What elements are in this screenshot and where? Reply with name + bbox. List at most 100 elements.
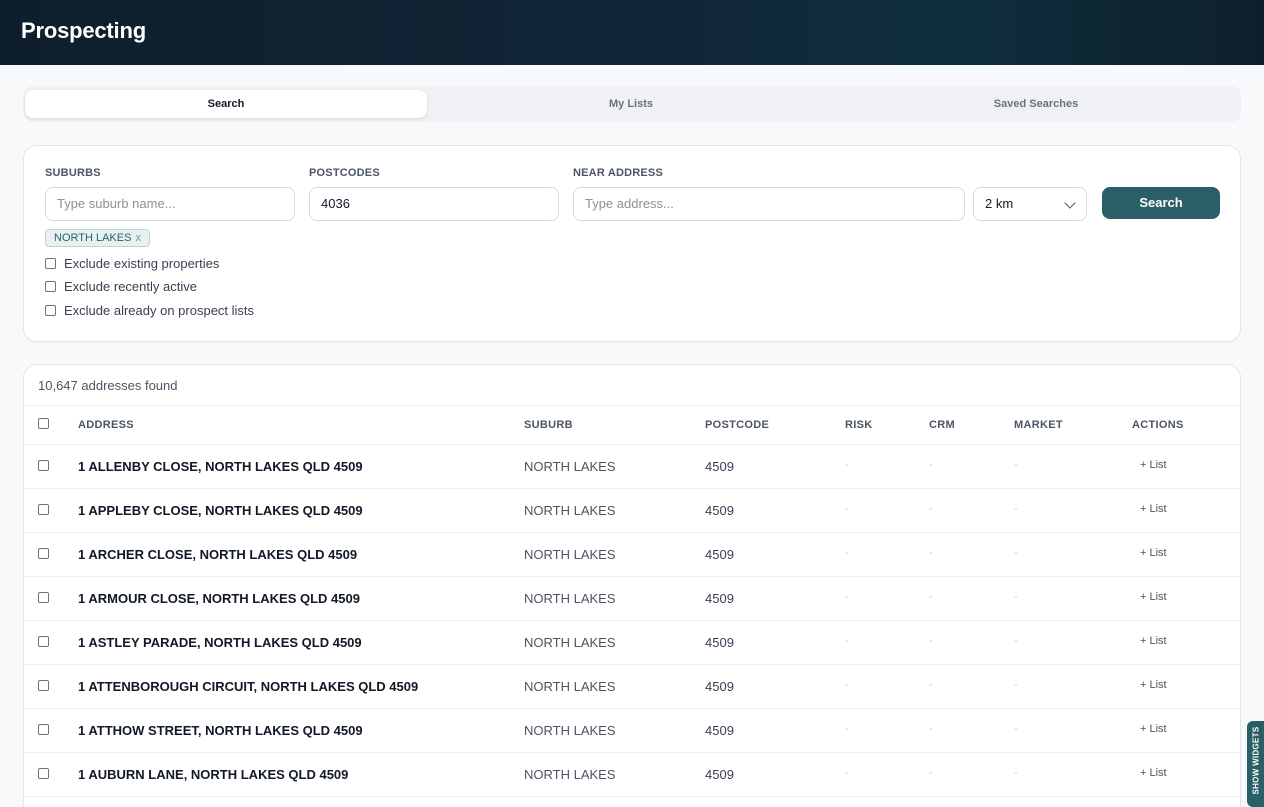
row-risk: - — [845, 723, 849, 735]
postcodes-label: POSTCODES — [309, 167, 380, 179]
chip-label: NORTH LAKES — [54, 232, 132, 244]
row-risk: - — [845, 767, 849, 779]
show-widgets-button[interactable]: SHOW WIDGETS — [1247, 721, 1264, 807]
row-market: - — [1014, 767, 1018, 779]
row-address: 1 APPLEBY CLOSE, NORTH LAKES QLD 4509 — [78, 503, 363, 518]
row-market: - — [1014, 723, 1018, 735]
table-row[interactable]: 1 AUBURN LANE, NORTH LAKES QLD 4509 NORT… — [24, 753, 1240, 797]
suburb-input[interactable]: Type suburb name... — [45, 187, 295, 221]
table-row[interactable]: 1 ALLENBY CLOSE, NORTH LAKES QLD 4509 NO… — [24, 445, 1240, 489]
row-checkbox[interactable] — [38, 636, 49, 647]
add-to-list-button[interactable]: + List — [1140, 679, 1167, 691]
chevron-down-icon — [1064, 197, 1076, 209]
exclude-lists-checkbox[interactable] — [45, 305, 56, 316]
suburbs-label: SUBURBS — [45, 167, 101, 179]
radius-value: 2 km — [985, 196, 1014, 211]
row-postcode: 4509 — [705, 459, 734, 474]
table-row[interactable]: 1 ARCHER CLOSE, NORTH LAKES QLD 4509 NOR… — [24, 533, 1240, 577]
radius-select[interactable]: 2 km — [973, 187, 1087, 221]
row-suburb: NORTH LAKES — [524, 503, 616, 518]
row-postcode: 4509 — [705, 635, 734, 650]
column-address[interactable]: ADDRESS — [78, 419, 134, 431]
row-address: 1 ATTHOW STREET, NORTH LAKES QLD 4509 — [78, 723, 363, 738]
add-to-list-button[interactable]: + List — [1140, 459, 1167, 471]
row-address: 1 ASTLEY PARADE, NORTH LAKES QLD 4509 — [78, 635, 362, 650]
row-checkbox[interactable] — [38, 724, 49, 735]
row-risk: - — [845, 679, 849, 691]
exclude-existing-label[interactable]: Exclude existing properties — [64, 256, 219, 271]
row-suburb: NORTH LAKES — [524, 547, 616, 562]
column-suburb[interactable]: SUBURB — [524, 419, 573, 431]
search-filters-panel: SUBURBS Type suburb name... POSTCODES 40… — [23, 145, 1241, 342]
tab-saved-searches[interactable]: Saved Searches — [835, 90, 1237, 118]
add-to-list-button[interactable]: + List — [1140, 723, 1167, 735]
add-to-list-button[interactable]: + List — [1140, 635, 1167, 647]
exclude-recent-checkbox[interactable] — [45, 281, 56, 292]
row-checkbox[interactable] — [38, 460, 49, 471]
row-postcode: 4509 — [705, 767, 734, 782]
row-market: - — [1014, 679, 1018, 691]
row-address: 1 AUBURN LANE, NORTH LAKES QLD 4509 — [78, 767, 349, 782]
suburb-chip: NORTH LAKES x — [45, 229, 150, 247]
row-suburb: NORTH LAKES — [524, 459, 616, 474]
results-count: 10,647 addresses found — [38, 378, 178, 393]
row-risk: - — [845, 459, 849, 471]
row-risk: - — [845, 547, 849, 559]
row-risk: - — [845, 591, 849, 603]
row-checkbox[interactable] — [38, 768, 49, 779]
postcode-input[interactable]: 4036 — [309, 187, 559, 221]
top-bar: Prospecting — [0, 0, 1264, 65]
column-market[interactable]: MARKET — [1014, 419, 1063, 431]
row-checkbox[interactable] — [38, 680, 49, 691]
row-suburb: NORTH LAKES — [524, 635, 616, 650]
row-address: 1 ALLENBY CLOSE, NORTH LAKES QLD 4509 — [78, 459, 363, 474]
row-risk: - — [845, 503, 849, 515]
row-postcode: 4509 — [705, 503, 734, 518]
row-crm: - — [929, 679, 933, 691]
column-postcode[interactable]: POSTCODE — [705, 419, 769, 431]
row-market: - — [1014, 503, 1018, 515]
select-all-checkbox[interactable] — [38, 418, 49, 429]
row-suburb: NORTH LAKES — [524, 723, 616, 738]
column-actions: ACTIONS — [1132, 419, 1184, 431]
row-risk: - — [845, 635, 849, 647]
row-postcode: 4509 — [705, 547, 734, 562]
row-crm: - — [929, 459, 933, 471]
row-suburb: NORTH LAKES — [524, 767, 616, 782]
exclude-recent-label[interactable]: Exclude recently active — [64, 279, 197, 294]
tab-my-lists[interactable]: My Lists — [430, 90, 832, 118]
row-checkbox[interactable] — [38, 548, 49, 559]
add-to-list-button[interactable]: + List — [1140, 503, 1167, 515]
row-checkbox[interactable] — [38, 592, 49, 603]
table-row[interactable]: 1 APPLEBY CLOSE, NORTH LAKES QLD 4509 NO… — [24, 489, 1240, 533]
add-to-list-button[interactable]: + List — [1140, 547, 1167, 559]
row-market: - — [1014, 459, 1018, 471]
row-suburb: NORTH LAKES — [524, 679, 616, 694]
row-postcode: 4509 — [705, 723, 734, 738]
near-address-input[interactable]: Type address... — [573, 187, 965, 221]
row-checkbox[interactable] — [38, 504, 49, 515]
row-crm: - — [929, 767, 933, 779]
row-suburb: NORTH LAKES — [524, 591, 616, 606]
tab-bar: Search My Lists Saved Searches — [23, 86, 1241, 122]
search-button[interactable]: Search — [1102, 187, 1220, 219]
row-address: 1 ARCHER CLOSE, NORTH LAKES QLD 4509 — [78, 547, 358, 562]
table-row[interactable]: 1 ARMOUR CLOSE, NORTH LAKES QLD 4509 NOR… — [24, 577, 1240, 621]
page-title: Prospecting — [21, 18, 146, 43]
tab-search[interactable]: Search — [25, 90, 427, 118]
chip-remove-icon[interactable]: x — [135, 232, 141, 244]
table-row[interactable]: 1 ASTLEY PARADE, NORTH LAKES QLD 4509 NO… — [24, 621, 1240, 665]
exclude-existing-checkbox[interactable] — [45, 258, 56, 269]
near-address-label: NEAR ADDRESS — [573, 167, 664, 179]
row-crm: - — [929, 503, 933, 515]
row-market: - — [1014, 591, 1018, 603]
table-row[interactable]: 1 ATTHOW STREET, NORTH LAKES QLD 4509 NO… — [24, 709, 1240, 753]
row-market: - — [1014, 547, 1018, 559]
column-risk[interactable]: RISK — [845, 419, 872, 431]
add-to-list-button[interactable]: + List — [1140, 767, 1167, 779]
table-row[interactable]: 1 ATTENBOROUGH CIRCUIT, NORTH LAKES QLD … — [24, 665, 1240, 709]
column-crm[interactable]: CRM — [929, 419, 955, 431]
add-to-list-button[interactable]: + List — [1140, 591, 1167, 603]
results-panel: 10,647 addresses found ADDRESS SUBURB PO… — [23, 364, 1241, 807]
exclude-lists-label[interactable]: Exclude already on prospect lists — [64, 303, 254, 318]
